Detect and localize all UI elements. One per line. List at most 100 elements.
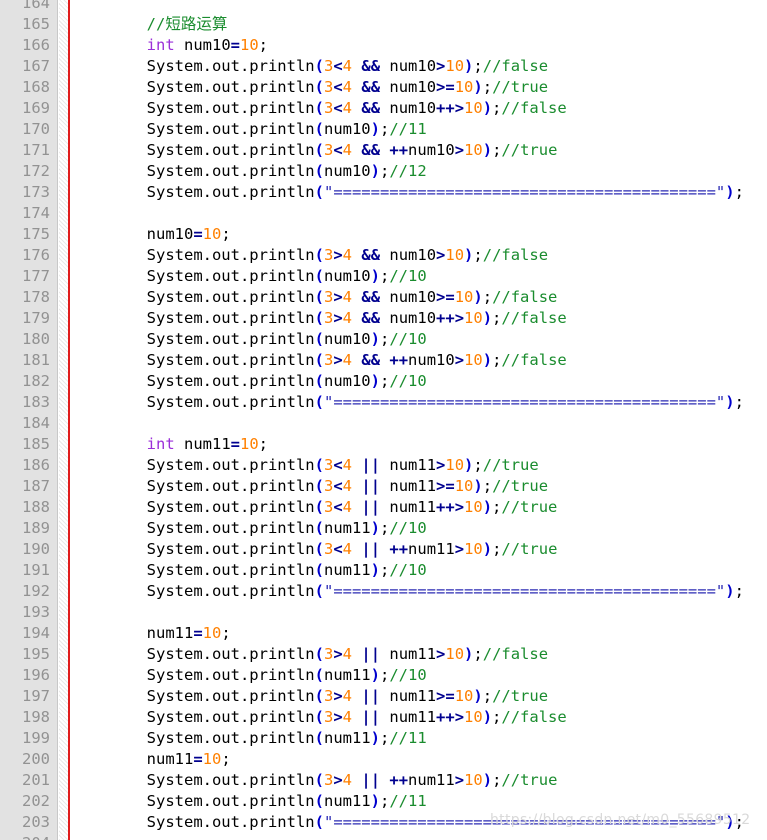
code-line[interactable]: 197 System.out.println(3>4 || num11>=10)…	[0, 686, 767, 707]
code-line[interactable]: 164	[0, 0, 767, 14]
code-line[interactable]: 178 System.out.println(3>4 && num10>=10)…	[0, 287, 767, 308]
line-number: 199	[22, 729, 50, 747]
code-line[interactable]: 171 System.out.println(3<4 && ++num10>10…	[0, 140, 767, 161]
code-text[interactable]: System.out.println(3>4 || num11++>10);//…	[72, 707, 567, 728]
code-text[interactable]: System.out.println(3<4 || num11>=10);//t…	[72, 476, 548, 497]
token-num: 4	[342, 771, 353, 789]
code-line[interactable]: 166 int num10=10;	[0, 35, 767, 56]
code-text[interactable]: System.out.println(3<4 || num11>10);//tr…	[72, 455, 539, 476]
code-line[interactable]: 203 System.out.println("================…	[0, 812, 767, 833]
code-line[interactable]: 185 int num11=10;	[0, 434, 767, 455]
code-line[interactable]: 183 System.out.println("================…	[0, 392, 767, 413]
code-text[interactable]: num10=10;	[72, 224, 231, 245]
code-line[interactable]: 186 System.out.println(3<4 || num11>10);…	[0, 455, 767, 476]
code-text[interactable]: System.out.println(num10);//12	[72, 161, 427, 182]
code-line[interactable]: 187 System.out.println(3<4 || num11>=10)…	[0, 476, 767, 497]
code-text[interactable]: System.out.println(3<4 || num11++>10);//…	[72, 497, 558, 518]
code-text[interactable]: System.out.println(3>4 && ++num10>10);//…	[72, 350, 567, 371]
code-text[interactable]: System.out.println(3<4 && num10++>10);//…	[72, 98, 567, 119]
token-op: &&	[361, 288, 381, 306]
code-text[interactable]: System.out.println(num10);//10	[72, 266, 427, 287]
code-line[interactable]: 191 System.out.println(num11);//10	[0, 560, 767, 581]
code-text[interactable]: System.out.println(3>4 && num10>=10);//f…	[72, 287, 558, 308]
code-text[interactable]: System.out.println("====================…	[72, 392, 744, 413]
code-line[interactable]: 182 System.out.println(num10);//10	[0, 371, 767, 392]
code-line[interactable]: 170 System.out.println(num10);//11	[0, 119, 767, 140]
code-text[interactable]: System.out.println(num11);//11	[72, 791, 427, 812]
code-text[interactable]: System.out.println(num11);//10	[72, 518, 427, 539]
code-line[interactable]: 195 System.out.println(3>4 || num11>10);…	[0, 644, 767, 665]
code-text[interactable]: num11=10;	[72, 623, 231, 644]
code-text[interactable]: System.out.println(num10);//10	[72, 329, 427, 350]
token-num: 10	[454, 78, 474, 96]
code-text[interactable]: //短路运算	[72, 14, 228, 35]
code-editor[interactable]: 164 165 //短路运算 166 int num10=10; 167 System…	[0, 0, 767, 840]
code-line[interactable]: 188 System.out.println(3<4 || num11++>10…	[0, 497, 767, 518]
code-text[interactable]: System.out.println(3>4 && num10>10);//fa…	[72, 245, 548, 266]
code-line[interactable]: 194 num11=10;	[0, 623, 767, 644]
code-text[interactable]: System.out.println("====================…	[72, 812, 744, 833]
code-line[interactable]: 167 System.out.println(3<4 && num10>10);…	[0, 56, 767, 77]
token-paren: )	[464, 246, 474, 264]
code-line[interactable]: 202 System.out.println(num11);//11	[0, 791, 767, 812]
token-op: ++	[389, 771, 409, 789]
token-paren: (	[314, 519, 324, 537]
code-line[interactable]: 177 System.out.println(num10);//10	[0, 266, 767, 287]
code-text[interactable]: System.out.println(3>4 || num11>10);//fa…	[72, 644, 548, 665]
token-plain: ;	[734, 813, 744, 831]
code-text[interactable]: System.out.println(3<4 && num10>10);//fa…	[72, 56, 548, 77]
code-text[interactable]: System.out.println(3>4 && num10++>10);//…	[72, 308, 567, 329]
code-line[interactable]: 193	[0, 602, 767, 623]
token-paren: (	[314, 183, 324, 201]
token-plain: System.out.println	[72, 729, 315, 747]
token-plain: ;	[258, 435, 269, 453]
code-text[interactable]: System.out.println(3<4 && num10>=10);//t…	[72, 77, 548, 98]
code-line[interactable]: 169 System.out.println(3<4 && num10++>10…	[0, 98, 767, 119]
code-line[interactable]: 176 System.out.println(3>4 && num10>10);…	[0, 245, 767, 266]
code-line[interactable]: 175 num10=10;	[0, 224, 767, 245]
code-text[interactable]: int num10=10;	[72, 35, 268, 56]
code-line[interactable]: 173 System.out.println("================…	[0, 182, 767, 203]
code-text[interactable]: num11=10;	[72, 749, 231, 770]
code-line[interactable]: 196 System.out.println(num11);//10	[0, 665, 767, 686]
code-line[interactable]: 168 System.out.println(3<4 && num10>=10)…	[0, 77, 767, 98]
code-text[interactable]: System.out.println(num11);//11	[72, 728, 427, 749]
code-line[interactable]: 190 System.out.println(3<4 || ++num11>10…	[0, 539, 767, 560]
code-line[interactable]: 201 System.out.println(3>4 || ++num11>10…	[0, 770, 767, 791]
code-text[interactable]: System.out.println("====================…	[72, 182, 744, 203]
code-text[interactable]: System.out.println(num11);//10	[72, 560, 427, 581]
code-line[interactable]: 199 System.out.println(num11);//11	[0, 728, 767, 749]
line-number: 202	[22, 792, 50, 810]
token-op: =	[230, 435, 240, 453]
code-line[interactable]: 180 System.out.println(num10);//10	[0, 329, 767, 350]
code-line[interactable]: 189 System.out.println(num11);//10	[0, 518, 767, 539]
code-text[interactable]: System.out.println(3>4 || ++num11>10);//…	[72, 770, 558, 791]
code-text[interactable]: System.out.println(num10);//10	[72, 371, 427, 392]
code-text[interactable]: System.out.println(3<4 && ++num10>10);//…	[72, 140, 558, 161]
line-number: 190	[22, 540, 50, 558]
code-line[interactable]: 184	[0, 413, 767, 434]
token-plain: num10	[72, 225, 194, 243]
code-text[interactable]: System.out.println(num10);//11	[72, 119, 427, 140]
line-number: 192	[22, 582, 50, 600]
line-number: 183	[22, 393, 50, 411]
code-line[interactable]: 172 System.out.println(num10);//12	[0, 161, 767, 182]
code-line[interactable]: 174	[0, 203, 767, 224]
token-op: ++>	[436, 498, 465, 516]
token-cmt: //false	[482, 57, 549, 75]
code-line[interactable]: 204	[0, 833, 767, 840]
code-line[interactable]: 200 num11=10;	[0, 749, 767, 770]
code-line[interactable]: 181 System.out.println(3>4 && ++num10>10…	[0, 350, 767, 371]
code-text[interactable]: System.out.println(3<4 || ++num11>10);//…	[72, 539, 558, 560]
token-op: ||	[361, 771, 381, 789]
code-line[interactable]: 192 System.out.println("================…	[0, 581, 767, 602]
code-text[interactable]: System.out.println("====================…	[72, 581, 744, 602]
code-text[interactable]: System.out.println(3>4 || num11>=10);//t…	[72, 686, 548, 707]
code-line[interactable]: 179 System.out.println(3>4 && num10++>10…	[0, 308, 767, 329]
code-text[interactable]: int num11=10;	[72, 434, 268, 455]
code-line[interactable]: 198 System.out.println(3>4 || num11++>10…	[0, 707, 767, 728]
code-line[interactable]: 165 //短路运算	[0, 14, 767, 35]
code-text[interactable]: System.out.println(num11);//10	[72, 665, 427, 686]
